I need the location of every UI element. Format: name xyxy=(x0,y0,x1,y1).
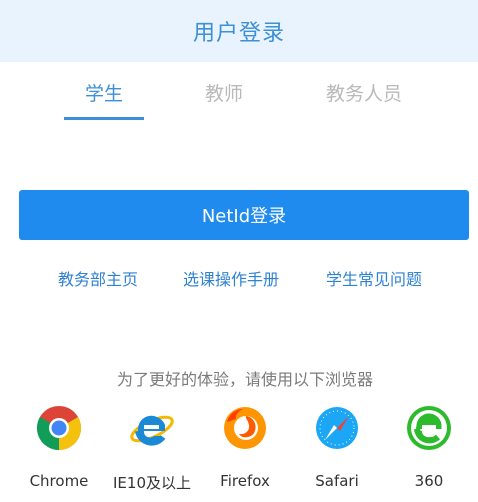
safari-icon xyxy=(316,407,358,449)
browser-name-safari: Safari xyxy=(315,472,359,490)
header-bar: 用户登录 xyxy=(0,0,478,62)
tab-staff[interactable]: 教务人员 xyxy=(314,62,414,122)
link-academic-affairs-home[interactable]: 教务部主页 xyxy=(58,266,138,290)
netid-login-button[interactable]: NetId登录 xyxy=(19,190,469,240)
browser-list: Chrome IE10及以上 Firefox Safari 360 xyxy=(0,404,478,502)
browser-firefox: Firefox xyxy=(200,404,290,490)
browser-name-chrome: Chrome xyxy=(29,472,89,490)
browser-chrome: Chrome xyxy=(14,404,104,490)
browser-360: 360 xyxy=(384,404,474,490)
ie-icon xyxy=(130,415,174,446)
chrome-icon xyxy=(37,406,81,450)
role-tabs: 学生 教师 教务人员 xyxy=(0,62,478,122)
browser-360-icon xyxy=(407,406,451,450)
browser-name-360: 360 xyxy=(414,472,444,490)
active-tab-indicator xyxy=(64,117,144,120)
browser-name-ie: IE10及以上 xyxy=(113,474,191,492)
quick-links: 教务部主页 选课操作手册 学生常见问题 xyxy=(0,266,478,292)
tab-student[interactable]: 学生 xyxy=(64,62,144,122)
firefox-icon xyxy=(224,407,266,449)
browser-ie: IE10及以上 xyxy=(107,404,197,493)
tab-teacher[interactable]: 教师 xyxy=(184,62,264,122)
browser-safari: Safari xyxy=(292,404,382,490)
page-title: 用户登录 xyxy=(192,21,285,46)
browser-hint: 为了更好的体验，请使用以下浏览器 xyxy=(116,370,373,389)
link-student-faq[interactable]: 学生常见问题 xyxy=(326,266,422,290)
link-course-selection-manual[interactable]: 选课操作手册 xyxy=(183,266,279,290)
browser-name-firefox: Firefox xyxy=(220,472,270,490)
